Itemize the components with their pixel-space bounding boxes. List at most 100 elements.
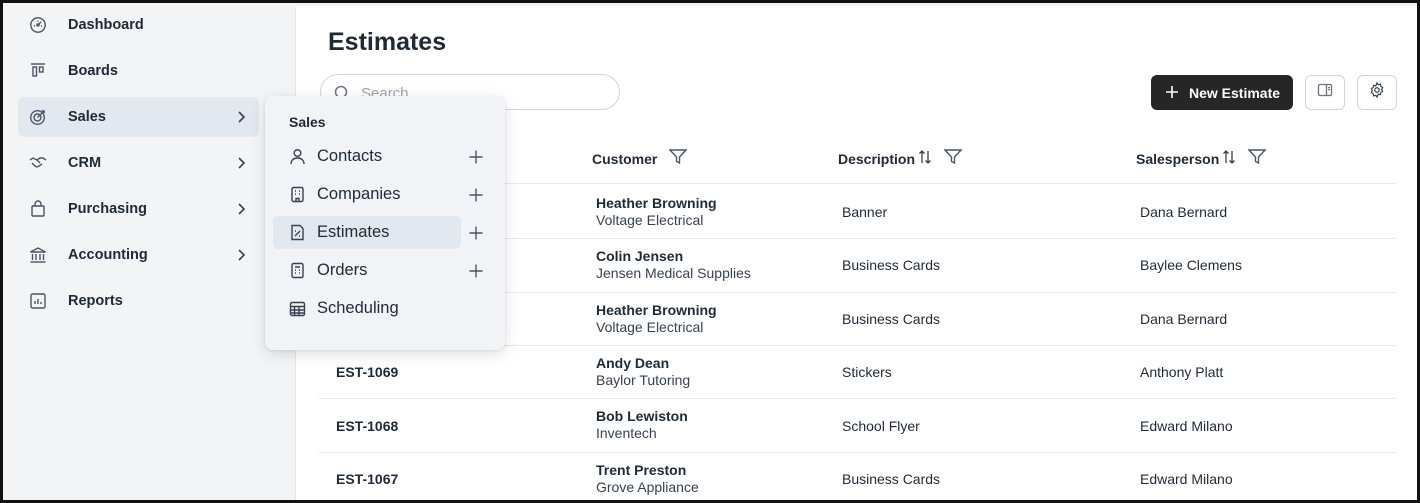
- app-window: Dashboard Boards Sales CRM Purchasing Ac…: [0, 0, 1420, 503]
- sidebar-item-label: CRM: [68, 155, 102, 171]
- customer-company: Grove Appliance: [596, 479, 699, 495]
- dashboard-gauge-icon: [29, 16, 47, 34]
- customer-name: Heather Browning: [596, 302, 717, 318]
- calendar-icon: [289, 300, 306, 317]
- column-header-description[interactable]: Description: [838, 149, 963, 168]
- customer-cell: Andy Dean Baylor Tutoring: [596, 355, 690, 388]
- sales-flyout-menu: Sales Contacts Companies Estimates Order…: [265, 96, 505, 350]
- column-label: Description: [838, 150, 916, 167]
- orders-document-icon: [289, 262, 306, 279]
- sidebar-item-label: Purchasing: [68, 201, 147, 217]
- sidebar-item-boards[interactable]: Boards: [18, 51, 259, 91]
- customer-name: Colin Jensen: [596, 248, 684, 264]
- sidebar: Dashboard Boards Sales CRM Purchasing Ac…: [3, 3, 271, 500]
- sidebar-item-label: Sales: [68, 109, 106, 125]
- description-cell: Banner: [842, 204, 888, 220]
- add-order-plus-icon[interactable]: [468, 263, 484, 279]
- page-title: Estimates: [328, 28, 447, 56]
- sidebar-item-label: Boards: [68, 63, 118, 79]
- customer-cell: Trent Preston Grove Appliance: [596, 462, 699, 495]
- estimate-id: EST-1069: [336, 364, 399, 380]
- add-estimate-plus-icon[interactable]: [468, 225, 484, 241]
- add-contact-plus-icon[interactable]: [468, 149, 484, 165]
- customer-name: Trent Preston: [596, 462, 687, 478]
- flyout-item-label: Estimates: [317, 223, 390, 241]
- customer-name: Heather Browning: [596, 195, 717, 211]
- sidebar-item-reports[interactable]: Reports: [18, 281, 259, 321]
- plus-icon: [1165, 85, 1179, 102]
- sidebar-item-dashboard[interactable]: Dashboard: [18, 5, 259, 45]
- customer-company: Jensen Medical Supplies: [596, 265, 751, 281]
- sidebar-item-purchasing[interactable]: Purchasing: [18, 189, 259, 229]
- customer-company: Voltage Electrical: [596, 212, 704, 228]
- gear-icon: [1368, 81, 1386, 104]
- sidebar-item-crm[interactable]: CRM: [18, 143, 259, 183]
- settings-button[interactable]: [1357, 75, 1397, 110]
- new-estimate-button[interactable]: New Estimate: [1151, 75, 1293, 110]
- description-cell: Business Cards: [842, 471, 941, 487]
- salesperson-cell: Edward Milano: [1140, 418, 1233, 434]
- column-header-salesperson[interactable]: Salesperson: [1136, 149, 1267, 168]
- flyout-item-scheduling[interactable]: Scheduling: [273, 292, 461, 325]
- column-label: Customer: [592, 150, 658, 167]
- flyout-item-companies[interactable]: Companies: [273, 178, 461, 211]
- handshake-icon: [29, 154, 47, 172]
- sidebar-item-sales[interactable]: Sales: [18, 97, 259, 137]
- customer-cell: Heather Browning Voltage Electrical: [596, 195, 717, 228]
- flyout-item-label: Scheduling: [317, 299, 399, 317]
- table-row[interactable]: EST-1069 Andy Dean Baylor Tutoring Stick…: [319, 346, 1396, 399]
- salesperson-cell: Edward Milano: [1140, 471, 1233, 487]
- salesperson-cell: Baylee Clemens: [1140, 257, 1242, 273]
- column-header-customer[interactable]: Customer: [592, 149, 688, 168]
- target-icon: [29, 108, 47, 126]
- table-row[interactable]: EST-1067 Trent Preston Grove Appliance B…: [319, 453, 1396, 500]
- flyout-item-label: Companies: [317, 185, 401, 203]
- estimate-id: EST-1068: [336, 418, 399, 434]
- boards-icon: [29, 62, 47, 80]
- add-company-plus-icon[interactable]: [468, 187, 484, 203]
- flyout-item-contacts[interactable]: Contacts: [273, 140, 461, 173]
- salesperson-cell: Dana Bernard: [1140, 311, 1228, 327]
- shopping-bag-icon: [29, 200, 47, 218]
- description-cell: School Flyer: [842, 418, 920, 434]
- estimate-document-icon: [289, 224, 306, 241]
- customer-cell: Bob Lewiston Inventech: [596, 408, 688, 441]
- flyout-item-orders[interactable]: Orders: [273, 254, 461, 287]
- description-cell: Stickers: [842, 364, 892, 380]
- sidebar-item-accounting[interactable]: Accounting: [18, 235, 259, 275]
- filter-icon[interactable]: [668, 149, 688, 168]
- sort-icon[interactable]: [918, 149, 932, 168]
- salesperson-cell: Dana Bernard: [1140, 204, 1228, 220]
- column-label: Salesperson: [1136, 150, 1220, 167]
- customer-name: Bob Lewiston: [596, 408, 688, 424]
- building-icon: [289, 186, 306, 203]
- bank-icon: [29, 246, 47, 264]
- toggle-panel-button[interactable]: [1305, 75, 1345, 110]
- bar-chart-icon: [29, 292, 47, 310]
- sidebar-item-label: Dashboard: [68, 17, 144, 33]
- estimate-id: EST-1067: [336, 471, 399, 487]
- description-cell: Business Cards: [842, 257, 941, 273]
- chevron-right-icon: [233, 201, 249, 217]
- customer-cell: Heather Browning Voltage Electrical: [596, 302, 717, 335]
- new-estimate-label: New Estimate: [1189, 85, 1281, 101]
- chevron-right-icon: [233, 155, 249, 171]
- flyout-item-label: Contacts: [317, 147, 383, 165]
- customer-cell: Colin Jensen Jensen Medical Supplies: [596, 248, 751, 281]
- flyout-title: Sales: [289, 114, 326, 130]
- description-cell: Business Cards: [842, 311, 941, 327]
- salesperson-cell: Anthony Platt: [1140, 364, 1224, 380]
- table-row[interactable]: EST-1068 Bob Lewiston Inventech School F…: [319, 399, 1396, 453]
- sidebar-item-label: Reports: [68, 293, 123, 309]
- customer-company: Voltage Electrical: [596, 319, 704, 335]
- flyout-item-label: Orders: [317, 261, 368, 279]
- chevron-right-icon: [233, 109, 249, 125]
- side-panel-icon: [1317, 83, 1333, 102]
- filter-icon[interactable]: [1247, 149, 1267, 168]
- customer-name: Andy Dean: [596, 355, 670, 371]
- person-icon: [289, 148, 306, 165]
- filter-icon[interactable]: [943, 149, 963, 168]
- sort-icon[interactable]: [1222, 149, 1236, 168]
- flyout-item-estimates[interactable]: Estimates: [273, 216, 461, 249]
- customer-company: Inventech: [596, 425, 657, 441]
